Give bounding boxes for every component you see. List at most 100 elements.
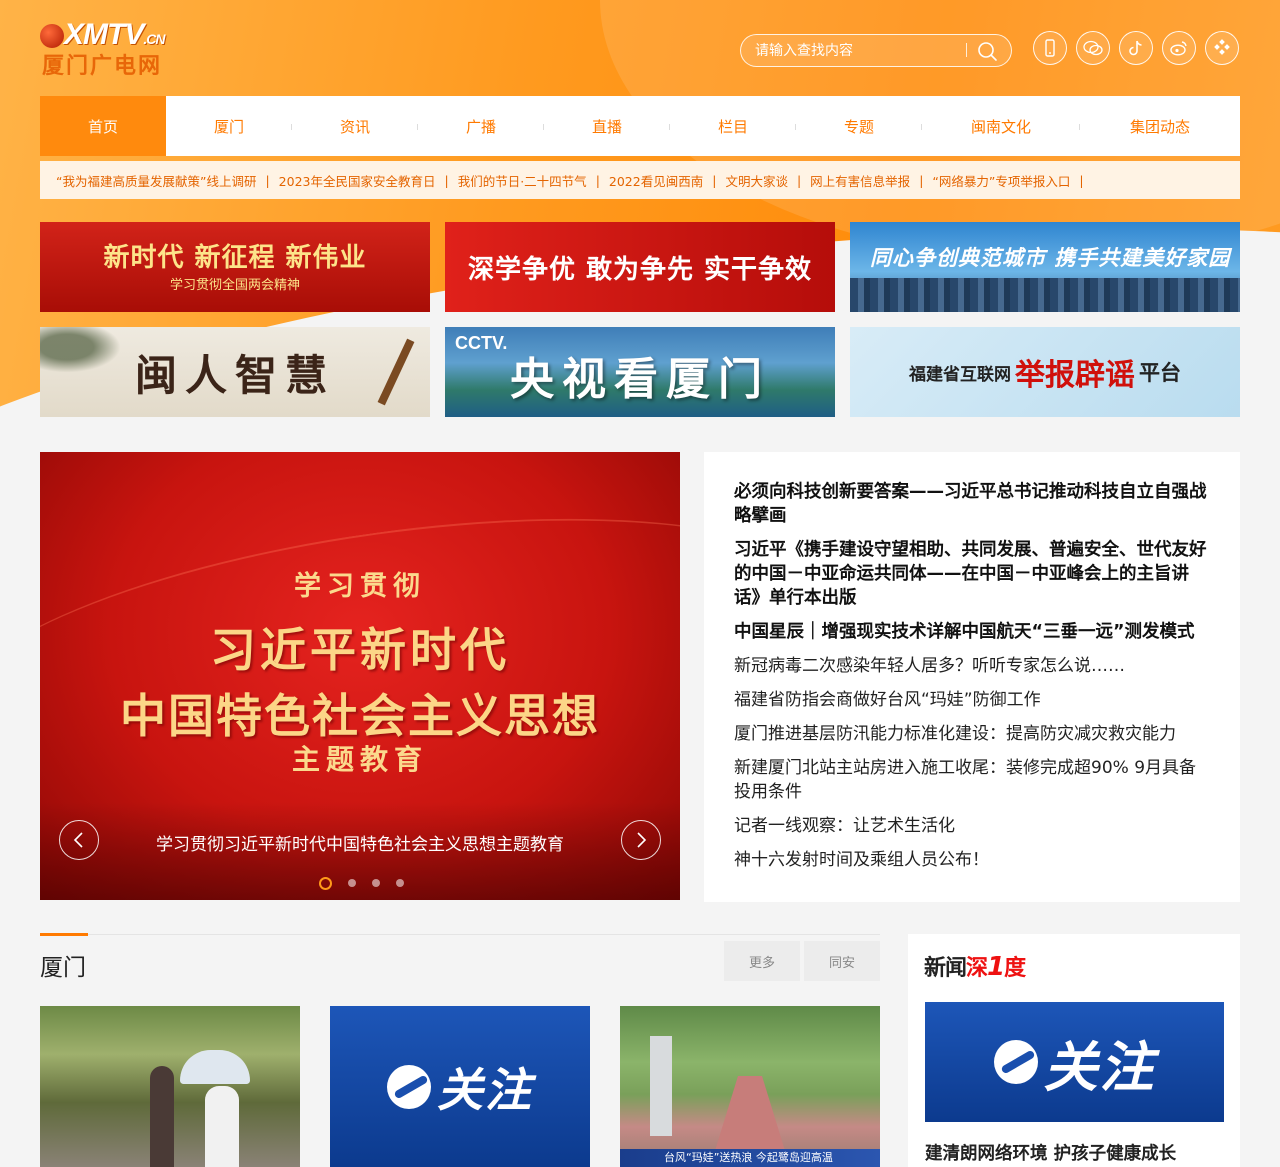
nav-item-columns[interactable]: 栏目: [670, 96, 796, 156]
banner-title: 同心争创典范城市 携手共建美好家园: [870, 246, 1231, 270]
quick-link[interactable]: “网络暴力”专项举报入口: [932, 171, 1070, 190]
logo-globe-icon: [40, 24, 64, 48]
nav-label: 广播: [465, 117, 496, 136]
quick-link[interactable]: 我们的节日·二十四节气: [458, 171, 587, 190]
slide-title-line2: 中国特色社会主义思想: [120, 689, 600, 743]
news-item[interactable]: 神十六发射时间及乘组人员公布！: [734, 848, 1210, 872]
news-item[interactable]: 新冠病毒二次感染年轻人居多？听听专家怎么说……: [734, 654, 1210, 678]
brand-part: 度: [1004, 956, 1026, 981]
mobile-button[interactable]: [1033, 31, 1067, 65]
news-item[interactable]: 记者一线观察：让艺术生活化: [734, 814, 1210, 838]
banner-title: 深学争优 敢为争先 实干争效: [467, 254, 813, 285]
search-icon: [978, 42, 997, 61]
slide-caption[interactable]: 学习贯彻习近平新时代中国特色社会主义思想主题教育: [40, 830, 680, 855]
slider-dot[interactable]: [372, 879, 380, 887]
logo-en: XMTV: [64, 18, 144, 51]
guanzhu-logo-icon: [387, 1064, 431, 1109]
brand-part: 1: [987, 952, 1005, 982]
brush-image: [377, 338, 415, 406]
main-slider[interactable]: 学习贯彻 习近平新时代 中国特色社会主义思想 主题教育 学习贯彻习近平新时代中国…: [40, 452, 680, 900]
depth-news-title[interactable]: 建清朗网络环境 护孩子健康成长: [925, 1140, 1176, 1165]
headline-item[interactable]: 中国星辰｜增强现实技术详解中国航天“三垂一远”测发模式: [734, 620, 1210, 644]
depth-news-image[interactable]: 关注: [925, 1002, 1224, 1122]
headline-item[interactable]: 习近平《携手建设守望相助、共同发展、普遍安全、世代友好的中国－中亚命运共同体——…: [734, 538, 1210, 610]
nav-item-home[interactable]: 首页: [40, 96, 166, 156]
quick-link[interactable]: “我为福建高质量发展献策”线上调研: [56, 171, 256, 190]
app-button[interactable]: [1205, 31, 1239, 65]
weibo-button[interactable]: [1162, 31, 1196, 65]
cctv-logo: CCTV.: [455, 333, 508, 353]
news-thumbnail[interactable]: [40, 1006, 300, 1167]
quick-link[interactable]: 文明大家谈: [725, 171, 788, 190]
banner-model-city[interactable]: 同心争创典范城市 携手共建美好家园: [850, 222, 1240, 312]
section-title-xiamen[interactable]: 厦门: [40, 948, 86, 982]
quick-link[interactable]: 网上有害信息举报: [810, 171, 910, 190]
wechat-button[interactable]: [1076, 31, 1110, 65]
tab-tongan[interactable]: 同安: [804, 941, 880, 981]
nav-item-live[interactable]: 直播: [544, 96, 670, 156]
news-thumbnail[interactable]: 台风“玛娃”送热浪 今起鹭岛迎高温: [620, 1006, 880, 1167]
depth-news-panel: 新闻深1度 关注 建清朗网络环境 护孩子健康成长: [908, 934, 1240, 1167]
depth-news-logo[interactable]: 新闻深1度: [924, 950, 1026, 982]
search-button[interactable]: [975, 39, 1001, 63]
headline-item[interactable]: 必须向科技创新要答案——习近平总书记推动科技自立自强战略擘画: [734, 480, 1210, 528]
slider-next-button[interactable]: [621, 820, 661, 860]
city-skyline-image: [850, 278, 1240, 312]
nav-item-group-news[interactable]: 集团动态: [1080, 96, 1240, 156]
banner-report-rumor[interactable]: 福建省互联网 举报辟谣 平台: [850, 327, 1240, 417]
nav-item-minnan-culture[interactable]: 闽南文化: [922, 96, 1080, 156]
banner-subtitle: 学习贯彻全国两会精神: [169, 277, 300, 293]
site-logo[interactable]: XMTV.CN 厦门广电网: [40, 18, 200, 79]
logo-cn: 厦门广电网: [42, 54, 163, 79]
slider-prev-button[interactable]: [59, 820, 99, 860]
banner-study-excel[interactable]: 深学争优 敢为争先 实干争效: [445, 222, 835, 312]
slider-dot[interactable]: [348, 879, 356, 887]
nav-label: 栏目: [717, 117, 748, 136]
nav-label: 专题: [843, 117, 874, 136]
banner-title: 央视看厦门: [510, 354, 770, 405]
nav-item-news[interactable]: 资讯: [292, 96, 418, 156]
banner-min-wisdom[interactable]: 闽人智慧: [40, 327, 430, 417]
chevron-left-icon: [73, 832, 83, 848]
wechat-icon: [1083, 40, 1103, 56]
news-item[interactable]: 福建省防指会商做好台风“玛娃”防御工作: [734, 688, 1210, 712]
mobile-icon: [1045, 39, 1055, 57]
douyin-icon: [1129, 40, 1142, 56]
slider-dot[interactable]: [319, 877, 332, 890]
slide-title-line1: 习近平新时代: [210, 623, 510, 677]
nav-label: 资讯: [339, 117, 370, 136]
banner-text: 平台: [1139, 361, 1181, 385]
douyin-button[interactable]: [1119, 31, 1153, 65]
brand-part: 深: [966, 956, 988, 981]
nav-label: 集团动态: [1129, 117, 1190, 136]
search-divider: [966, 43, 967, 57]
section-accent-bar: [40, 933, 88, 936]
banner-cctv-xiamen[interactable]: CCTV. 央视看厦门: [445, 327, 835, 417]
thumbnail-text: 关注: [437, 1062, 533, 1117]
slide-subtitle: 学习贯彻: [294, 571, 426, 602]
nav-label: 厦门: [213, 117, 244, 136]
nav-item-xiamen[interactable]: 厦门: [166, 96, 292, 156]
banner-highlight: 举报辟谣: [1015, 358, 1135, 393]
main-nav: 首页 厦门 资讯 广播 直播 栏目 专题 闽南文化 集团动态: [40, 96, 1240, 156]
news-item[interactable]: 新建厦门北站主站房进入施工收尾：装修完成超90% 9月具备投用条件: [734, 756, 1210, 804]
news-item[interactable]: 厦门推进基层防汛能力标准化建设：提高防灾减灾救灾能力: [734, 722, 1210, 746]
nav-item-radio[interactable]: 广播: [418, 96, 544, 156]
more-button[interactable]: 更多: [724, 941, 800, 981]
quick-link[interactable]: 2023年全民国家安全教育日: [279, 171, 436, 190]
banner-new-era[interactable]: 新时代 新征程 新伟业 学习贯彻全国两会精神: [40, 222, 430, 312]
search-input[interactable]: [755, 41, 960, 61]
nav-label: 闽南文化: [970, 117, 1031, 136]
slider-dot[interactable]: [396, 879, 404, 887]
chevron-right-icon: [637, 832, 647, 848]
guanzhu-logo-icon: [993, 1040, 1038, 1084]
nav-item-topics[interactable]: 专题: [796, 96, 922, 156]
news-thumbnail[interactable]: 关注: [330, 1006, 590, 1167]
image-text: 关注: [1043, 1035, 1156, 1099]
banner-text: 福建省互联网: [909, 364, 1011, 385]
weibo-icon: [1170, 41, 1187, 56]
brand-part: 新闻: [924, 956, 967, 981]
banner-title: 新时代 新征程 新伟业: [103, 242, 367, 273]
headline-list: 必须向科技创新要答案——习近平总书记推动科技自立自强战略擘画 习近平《携手建设守…: [704, 452, 1240, 902]
quick-link[interactable]: 2022看见闽西南: [609, 171, 703, 190]
